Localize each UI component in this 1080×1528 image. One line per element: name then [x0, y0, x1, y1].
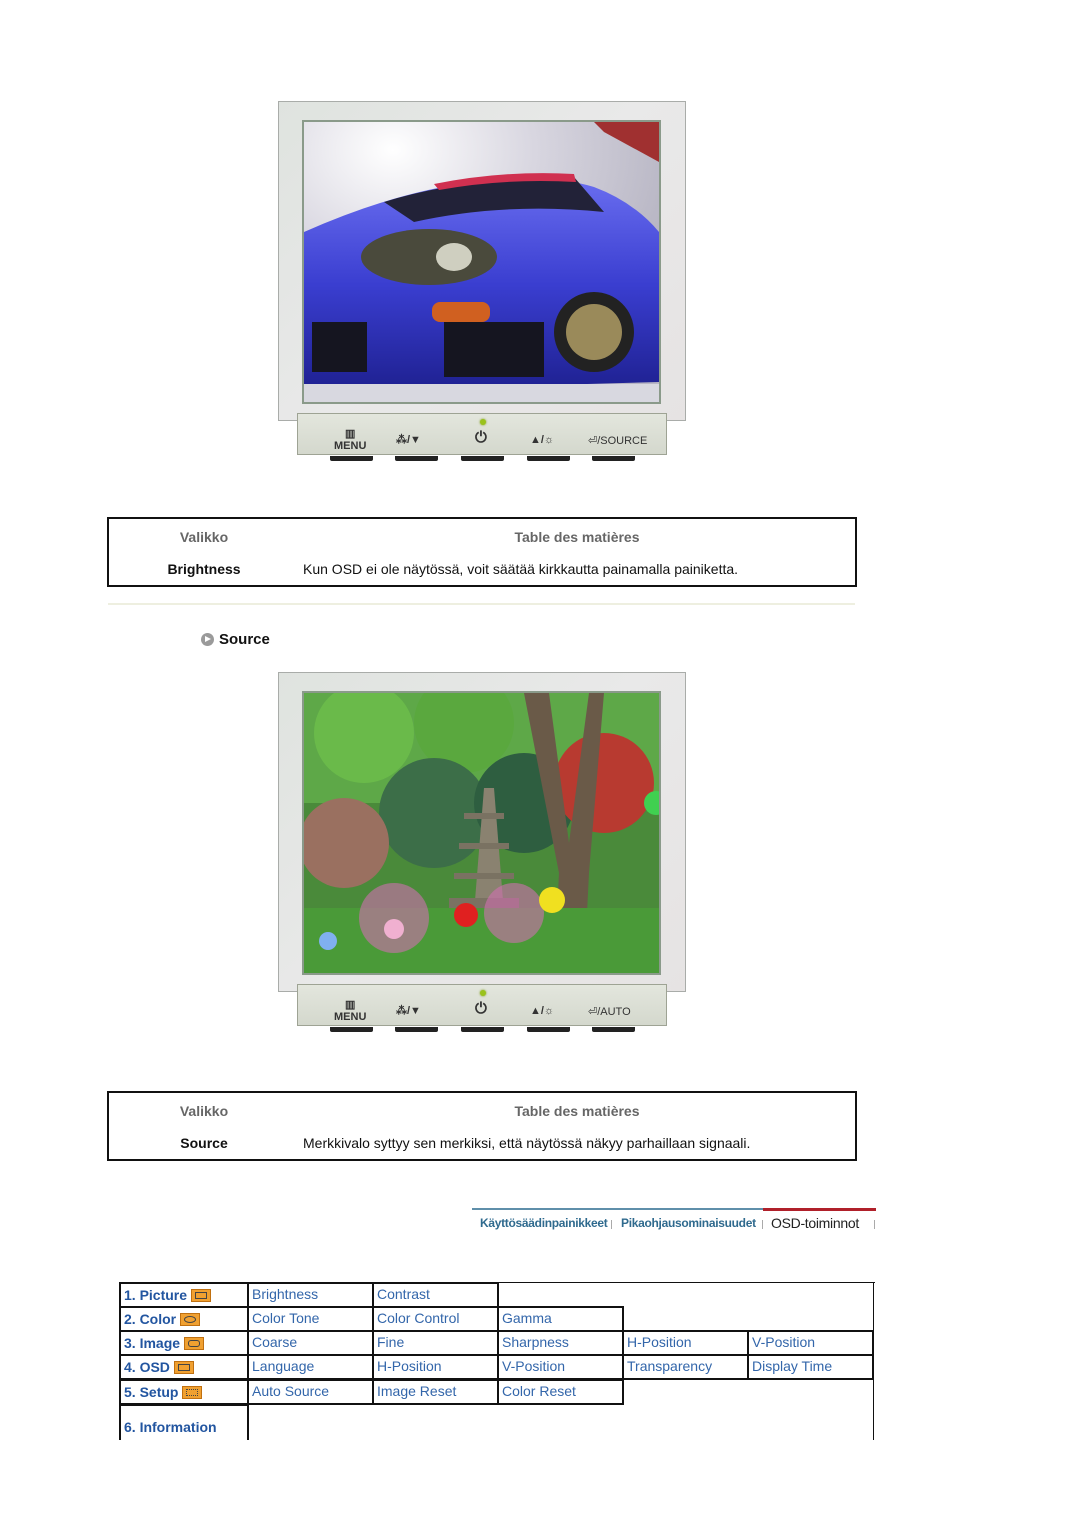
- menu-button[interactable]: ▥ MENU: [334, 999, 366, 1023]
- enter-icon: ⏎: [588, 435, 598, 447]
- up-brightness-button[interactable]: ▲/☼: [530, 434, 554, 446]
- menu-button[interactable]: ▥ MENU: [334, 428, 366, 452]
- tab-osd-functions[interactable]: OSD-toiminnot: [771, 1215, 859, 1231]
- menu-item-gamma[interactable]: Gamma: [497, 1306, 624, 1332]
- enter-auto-button[interactable]: ⏎/AUTO: [588, 1006, 631, 1018]
- menu-item-fine[interactable]: Fine: [372, 1330, 499, 1356]
- menu-item-description: Kun OSD ei ole näytössä, voit säätää kir…: [303, 561, 739, 577]
- menu-item-sharpness[interactable]: Sharpness: [497, 1330, 624, 1356]
- menu-item-display-time[interactable]: Display Time: [747, 1354, 874, 1380]
- magicbright-icon: ⁂: [396, 1005, 407, 1017]
- column-header-contents: Table des matières: [514, 1103, 640, 1119]
- menu-item-transparency[interactable]: Transparency: [622, 1354, 749, 1380]
- menu-item-contrast[interactable]: Contrast: [372, 1282, 499, 1308]
- monitor-control-panel-2: ▥ MENU ⁂/▼ ⏻ ▲/☼ ⏎/AUTO: [297, 984, 667, 1026]
- garden-photo: [302, 691, 661, 975]
- power-icon: ⏻: [475, 1000, 487, 1017]
- car-photo: [302, 120, 661, 404]
- menu-item-osd-h-position[interactable]: H-Position: [372, 1354, 499, 1380]
- brightness-icon: ☼: [543, 434, 555, 446]
- brightness-icon: ☼: [543, 1005, 555, 1017]
- menu-item-coarse[interactable]: Coarse: [247, 1330, 374, 1356]
- menu-category-picture[interactable]: 1. Picture: [119, 1282, 249, 1308]
- column-header-contents: Table des matières: [514, 529, 640, 545]
- monitor-buttons-1: [297, 456, 667, 462]
- color-icon: [180, 1312, 201, 1326]
- section-nav-tabs: Käyttösäädinpainikkeet Pikaohjausominais…: [472, 1208, 876, 1234]
- menu-category-osd[interactable]: 4. OSD: [119, 1354, 249, 1380]
- menu-item-color-reset[interactable]: Color Reset: [497, 1379, 624, 1405]
- magicbright-icon: ⁂: [396, 434, 407, 446]
- info-table-brightness: Valikko Table des matières Brightness Ku…: [107, 517, 857, 587]
- monitor-illustration-1: [278, 101, 686, 421]
- menu-item-brightness[interactable]: Brightness: [247, 1282, 374, 1308]
- menu-item-image-reset[interactable]: Image Reset: [372, 1379, 499, 1405]
- menu-item-color-tone[interactable]: Color Tone: [247, 1306, 374, 1332]
- power-button[interactable]: ⏻: [475, 429, 487, 446]
- column-header-menu: Valikko: [179, 1103, 229, 1119]
- monitor-buttons-2: [297, 1027, 667, 1033]
- tab-separator: [611, 1220, 612, 1229]
- monitor-control-panel-1: ▥ MENU ⁂/▼ ⏻ ▲/☼ ⏎/SOURCE: [297, 413, 667, 455]
- menu-category-image[interactable]: 3. Image: [119, 1330, 249, 1356]
- power-button[interactable]: ⏻: [475, 1000, 487, 1017]
- menu-item-name: Brightness: [167, 561, 241, 577]
- menu-item-color-control[interactable]: Color Control: [372, 1306, 499, 1332]
- menu-item-language[interactable]: Language: [247, 1354, 374, 1380]
- arrow-bullet-icon: [201, 633, 214, 646]
- menu-item-h-position[interactable]: H-Position: [622, 1330, 749, 1356]
- menu-item-osd-v-position[interactable]: V-Position: [497, 1354, 624, 1380]
- up-brightness-button[interactable]: ▲/☼: [530, 1005, 554, 1017]
- power-led: [480, 419, 486, 425]
- menu-category-setup[interactable]: 5. Setup: [119, 1379, 249, 1405]
- osd-icon: [173, 1360, 194, 1374]
- menu-category-color[interactable]: 2. Color: [119, 1306, 249, 1332]
- picture-icon: [191, 1288, 212, 1302]
- magicbright-down-button[interactable]: ⁂/▼: [396, 1005, 421, 1017]
- tab-separator: [874, 1220, 875, 1229]
- power-icon: ⏻: [475, 429, 487, 446]
- tab-underline: [472, 1208, 763, 1210]
- menu-icon: ▥: [344, 999, 356, 1011]
- tab-separator: [762, 1220, 763, 1229]
- section-divider: [108, 603, 855, 605]
- section-heading: Source: [201, 631, 270, 648]
- menu-item-description: Merkkivalo syttyy sen merkiksi, että näy…: [303, 1135, 751, 1151]
- setup-icon: [182, 1385, 203, 1399]
- monitor-illustration-2: [278, 672, 686, 992]
- osd-menu-grid: 1. Picture Brightness Contrast 2. Color …: [119, 1282, 875, 1440]
- menu-category-information[interactable]: 6. Information: [119, 1404, 249, 1440]
- menu-icon: ▥: [344, 428, 356, 440]
- magicbright-down-button[interactable]: ⁂/▼: [396, 434, 421, 446]
- tab-direct-features[interactable]: Pikaohjausominaisuudet: [621, 1216, 756, 1230]
- enter-source-button[interactable]: ⏎/SOURCE: [588, 435, 647, 447]
- menu-item-v-position[interactable]: V-Position: [747, 1330, 874, 1356]
- active-tab-underline: [763, 1208, 876, 1211]
- tab-control-buttons[interactable]: Käyttösäädinpainikkeet: [480, 1216, 608, 1230]
- image-icon: [184, 1336, 205, 1350]
- column-header-menu: Valikko: [179, 529, 229, 545]
- enter-icon: ⏎: [588, 1006, 598, 1018]
- menu-item-auto-source[interactable]: Auto Source: [247, 1379, 374, 1405]
- info-table-source: Valikko Table des matières Source Merkki…: [107, 1091, 857, 1161]
- menu-item-name: Source: [180, 1135, 228, 1151]
- power-led: [480, 990, 486, 996]
